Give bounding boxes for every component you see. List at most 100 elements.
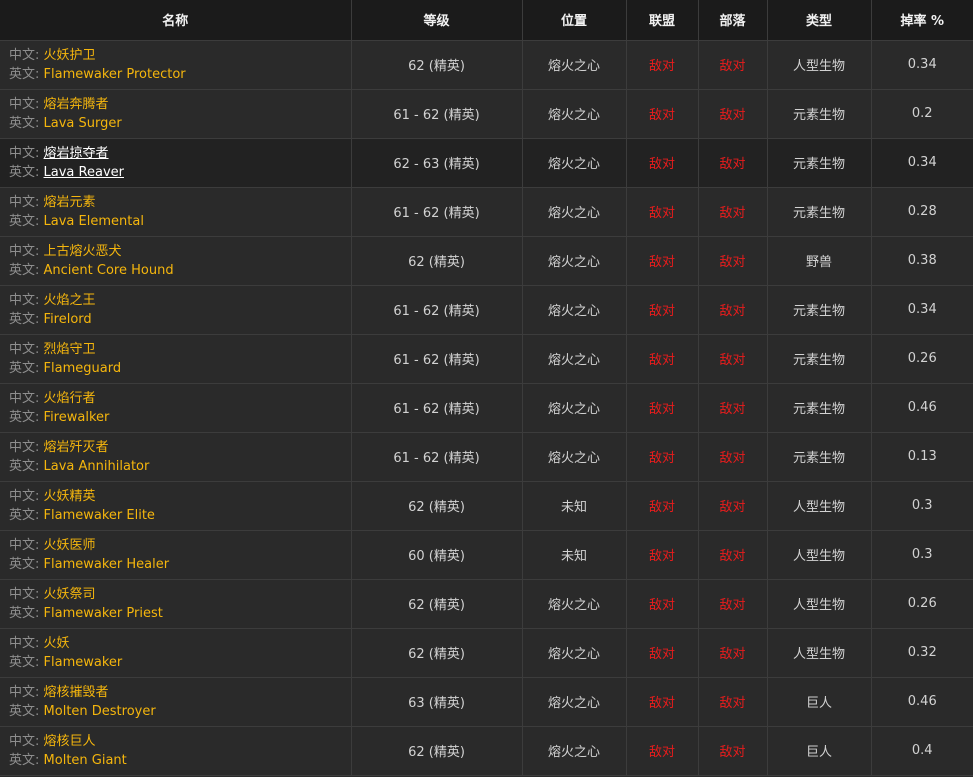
chinese-name-line: 中文: 熔核摧毁者 (9, 683, 351, 702)
creature-type-cell: 巨人 (767, 726, 872, 776)
drop-rate-cell: 0.46 (871, 383, 973, 433)
npc-chinese-name-link[interactable]: 熔岩奔腾者 (44, 97, 109, 112)
npc-chinese-name-link[interactable]: 熔核巨人 (44, 734, 96, 749)
chinese-name-line: 中文: 熔岩元素 (9, 193, 351, 212)
creature-type-cell: 元素生物 (767, 138, 872, 188)
location-cell: 未知 (522, 481, 627, 531)
creature-type-cell: 人型生物 (767, 40, 872, 90)
column-header-horde[interactable]: 部落 (698, 0, 768, 41)
english-name-line: 英文: Lava Elemental (9, 212, 351, 231)
name-cell: 中文: 熔岩奔腾者 英文: Lava Surger (0, 89, 352, 139)
npc-english-name-link[interactable]: Lava Annihilator (44, 459, 150, 474)
creature-type-cell: 元素生物 (767, 383, 872, 433)
chinese-label: 中文: (9, 390, 40, 406)
location-cell: 熔火之心 (522, 138, 627, 188)
npc-english-name-link[interactable]: Flamewaker Protector (44, 67, 186, 82)
npc-chinese-name-link[interactable]: 烈焰守卫 (44, 342, 96, 357)
npc-english-name-link[interactable]: Flameguard (44, 361, 122, 376)
chinese-label: 中文: (9, 341, 40, 357)
level-cell: 61 - 62 (精英) (351, 89, 523, 139)
column-header-type[interactable]: 类型 (767, 0, 872, 41)
table-row: 中文: 烈焰守卫 英文: Flameguard 61 - 62 (精英) 熔火之心 敌对… (0, 334, 973, 384)
horde-reaction-cell: 敌对 (698, 481, 768, 531)
english-name-line: 英文: Molten Giant (9, 751, 351, 770)
location-cell: 熔火之心 (522, 89, 627, 139)
horde-reaction-cell: 敌对 (698, 628, 768, 678)
table-row: 中文: 火妖 英文: Flamewaker 62 (精英) 熔火之心 敌对 敌对 人型生物 0… (0, 628, 973, 678)
npc-chinese-name-link[interactable]: 火妖护卫 (44, 48, 96, 63)
npc-chinese-name-link[interactable]: 火焰行者 (44, 391, 96, 406)
level-cell: 61 - 62 (精英) (351, 334, 523, 384)
name-cell: 中文: 熔岩歼灭者英文: Lava Annihilator (0, 432, 352, 482)
chinese-label: 中文: (9, 243, 40, 259)
npc-english-name-link[interactable]: Firewalker (44, 410, 110, 425)
horde-reaction-cell: 敌对 (698, 334, 768, 384)
npc-chinese-name-link[interactable]: 火焰之王 (44, 293, 96, 308)
name-cell: 中文: 火妖护卫 英文: Flamewaker Protector (0, 40, 352, 90)
chinese-label: 中文: (9, 733, 40, 749)
chinese-label: 中文: (9, 635, 40, 651)
english-label: 英文: (9, 605, 40, 621)
english-name-line: 英文: Lava Annihilator (9, 457, 351, 476)
drop-rate-cell: 0.26 (871, 579, 973, 629)
alliance-reaction-cell: 敌对 (626, 530, 699, 580)
npc-english-name-link[interactable]: Ancient Core Hound (44, 263, 174, 278)
table-row: 中文: 熔核摧毁者 英文: Molten Destroyer 63 (精英) 熔火之心… (0, 677, 973, 727)
creature-type-cell: 元素生物 (767, 334, 872, 384)
location-cell: 熔火之心 (522, 285, 627, 335)
npc-english-name-link[interactable]: Flamewaker Elite (44, 508, 155, 523)
npc-english-name-link[interactable]: Molten Destroyer (44, 704, 156, 719)
location-cell: 未知 (522, 530, 627, 580)
npc-chinese-name-link[interactable]: 熔核摧毁者 (44, 685, 109, 700)
npc-chinese-name-link[interactable]: 火妖 (44, 636, 70, 651)
npc-english-name-link[interactable]: Lava Elemental (44, 214, 144, 229)
npc-chinese-name-link[interactable]: 火妖精英 (44, 489, 96, 504)
creature-type-cell: 元素生物 (767, 89, 872, 139)
npc-english-name-link[interactable]: Molten Giant (44, 753, 127, 768)
column-header-drop-rate[interactable]: 掉率 % (871, 0, 973, 41)
npc-english-name-link[interactable]: Lava Surger (44, 116, 122, 131)
english-name-line: 英文: Firewalker (9, 408, 351, 427)
name-cell: 中文: 火妖祭司 英文: Flamewaker Priest (0, 579, 352, 629)
npc-english-name-link[interactable]: Flamewaker Priest (44, 606, 163, 621)
creature-type-cell: 人型生物 (767, 628, 872, 678)
drop-rate-cell: 0.3 (871, 481, 973, 531)
level-cell: 62 (精英) (351, 579, 523, 629)
english-label: 英文: (9, 409, 40, 425)
english-name-line: 英文: Ancient Core Hound (9, 261, 351, 280)
column-header-level[interactable]: 等级 (351, 0, 523, 41)
drop-rate-cell: 0.34 (871, 138, 973, 188)
column-header-location[interactable]: 位置 (522, 0, 627, 41)
alliance-reaction-cell: 敌对 (626, 89, 699, 139)
english-label: 英文: (9, 703, 40, 719)
drop-rate-cell: 0.38 (871, 236, 973, 286)
english-label: 英文: (9, 66, 40, 82)
name-cell: 中文: 火妖 英文: Flamewaker (0, 628, 352, 678)
table-row: 中文: 熔岩歼灭者 英文: Lava Annihilator 61 - 62 (精英… (0, 432, 973, 482)
location-cell: 熔火之心 (522, 726, 627, 776)
npc-chinese-name-link[interactable]: 上古熔火恶犬 (44, 244, 122, 259)
chinese-name-line: 中文: 火妖祭司 (9, 585, 351, 604)
npc-chinese-name-link[interactable]: 火妖祭司 (44, 587, 96, 602)
npc-chinese-name-link[interactable]: 熔岩歼灭者 (44, 440, 109, 455)
npc-english-name-link[interactable]: Firelord (44, 312, 92, 327)
chinese-name-line: 中文: 烈焰守卫 (9, 340, 351, 359)
english-label: 英文: (9, 164, 40, 180)
npc-english-name-link[interactable]: Flamewaker Healer (44, 557, 170, 572)
column-header-name[interactable]: 名称 (0, 0, 352, 41)
column-header-alliance[interactable]: 联盟 (626, 0, 699, 41)
chinese-name-line: 中文: 火妖 (9, 634, 351, 653)
level-cell: 62 (精英) (351, 481, 523, 531)
drop-rate-cell: 0.3 (871, 530, 973, 580)
english-label: 英文: (9, 115, 40, 131)
location-cell: 熔火之心 (522, 677, 627, 727)
level-cell: 61 - 62 (精英) (351, 285, 523, 335)
npc-chinese-name-link[interactable]: 熔岩掠夺者 (44, 146, 109, 161)
npc-chinese-name-link[interactable]: 火妖医师 (44, 538, 96, 553)
location-cell: 熔火之心 (522, 432, 627, 482)
chinese-label: 中文: (9, 292, 40, 308)
npc-chinese-name-link[interactable]: 熔岩元素 (44, 195, 96, 210)
chinese-label: 中文: (9, 439, 40, 455)
npc-english-name-link[interactable]: Flamewaker (44, 655, 123, 670)
npc-english-name-link[interactable]: Lava Reaver (44, 165, 124, 180)
